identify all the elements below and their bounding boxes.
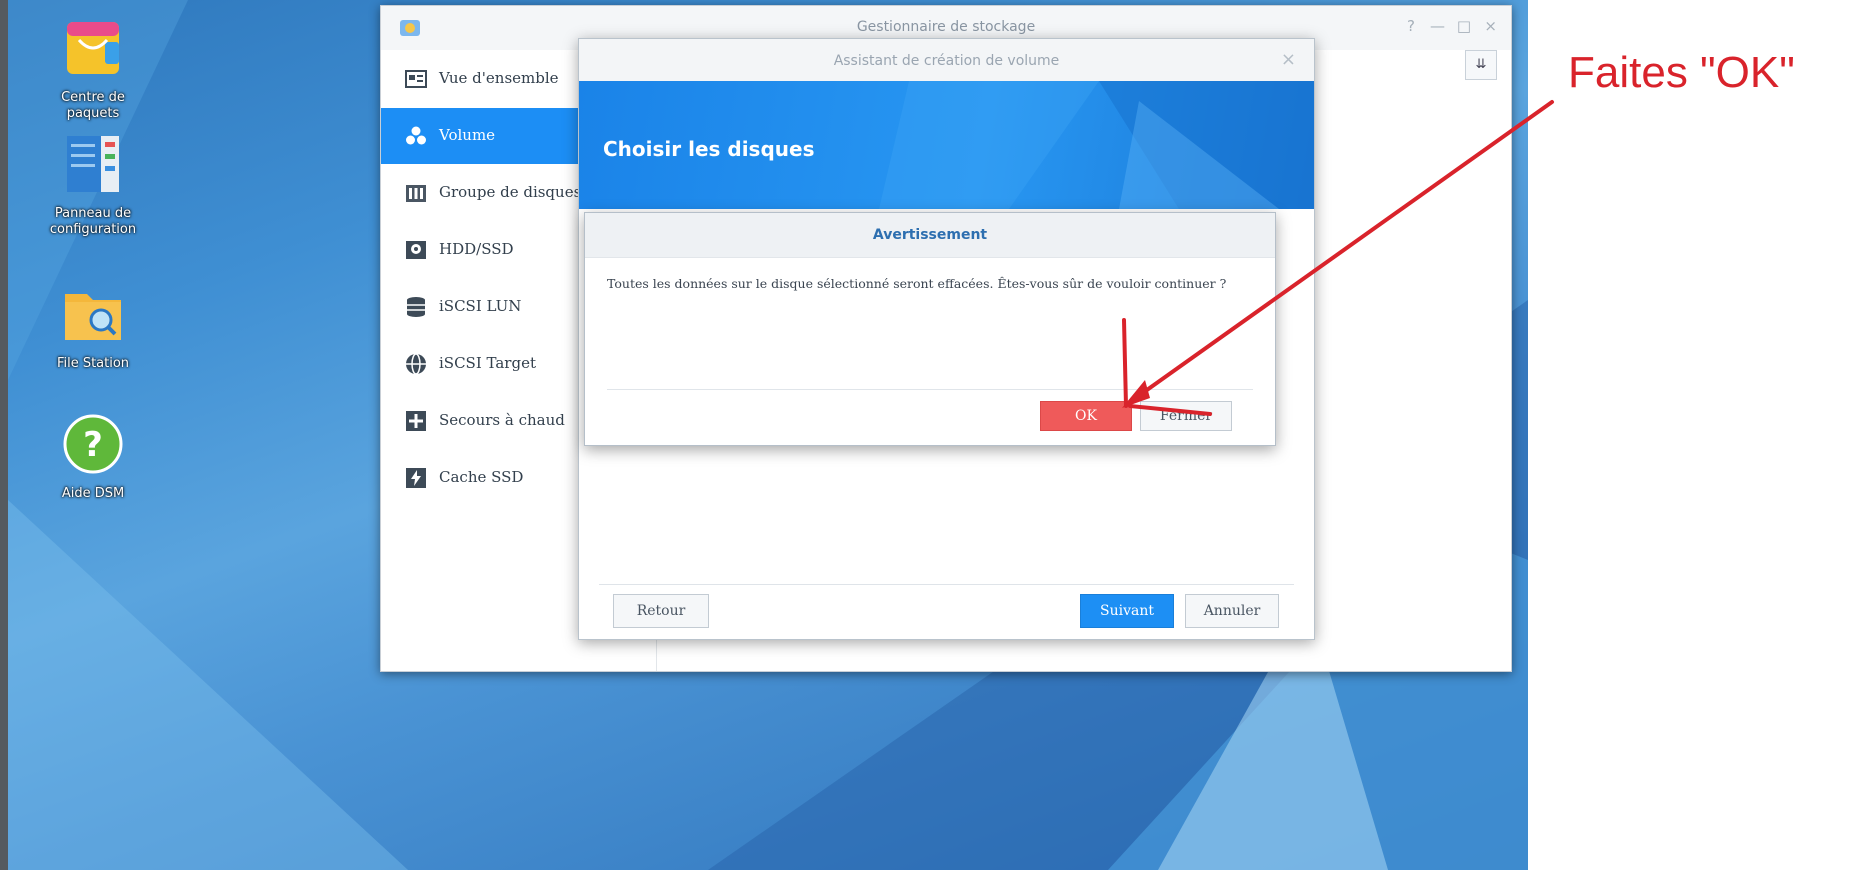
sidebar-item-label: HDD/SSD <box>439 240 514 258</box>
overview-icon <box>405 68 427 90</box>
warning-dialog: Avertissement Toutes les données sur le … <box>584 212 1276 446</box>
annotation-text: Faites "OK" <box>1568 48 1795 97</box>
desktop-icon-help[interactable]: ? Aide DSM <box>38 408 148 502</box>
sidebar-item-label: Volume <box>439 126 496 144</box>
desktop-icon-label: Aide DSM <box>61 486 125 501</box>
minimize-button[interactable]: — <box>1430 17 1445 35</box>
desktop-icon-label: File Station <box>56 356 130 371</box>
sidebar-item-label: iSCSI LUN <box>439 297 522 315</box>
window-title: Gestionnaire de stockage <box>856 19 1036 35</box>
desktop-icon-label: Panneau de configuration <box>49 206 137 237</box>
file-station-icon <box>57 278 129 350</box>
cancel-button[interactable]: Annuler <box>1185 594 1279 628</box>
control-panel-icon <box>57 128 129 200</box>
wizard-heading: Choisir les disques <box>603 137 815 161</box>
help-button[interactable]: ? <box>1407 17 1415 35</box>
hdd-icon <box>405 239 427 261</box>
wizard-banner: Choisir les disques <box>579 81 1314 209</box>
package-center-icon <box>57 12 129 84</box>
iscsi-lun-icon <box>405 296 427 318</box>
ok-button[interactable]: OK <box>1040 401 1132 431</box>
ssd-cache-icon <box>405 467 427 489</box>
sidebar-item-label: Vue d'ensemble <box>439 69 559 87</box>
wizard-footer-divider <box>599 584 1294 585</box>
sidebar-item-label: Secours à chaud <box>439 411 565 429</box>
warning-divider <box>607 389 1253 390</box>
annotation-panel <box>1528 0 1854 870</box>
desktop-icon-control-panel[interactable]: Panneau de configuration <box>38 128 148 238</box>
wizard-title: Assistant de création de volume <box>833 53 1060 69</box>
maximize-button[interactable]: □ <box>1457 17 1471 35</box>
desktop-icon-label: Centre de paquets <box>61 90 125 121</box>
svg-text:?: ? <box>83 425 103 465</box>
next-button[interactable]: Suivant <box>1080 594 1174 628</box>
volume-icon <box>405 125 427 147</box>
hot-spare-icon <box>405 410 427 432</box>
iscsi-target-icon <box>405 353 427 375</box>
close-dialog-button[interactable]: Fermer <box>1140 401 1232 431</box>
sidebar-item-label: iSCSI Target <box>439 354 536 372</box>
wizard-close-button[interactable]: × <box>1281 49 1296 70</box>
warning-message: Toutes les données sur le disque sélecti… <box>607 276 1227 291</box>
warning-title: Avertissement <box>872 227 988 243</box>
sidebar-item-label: Groupe de disques <box>439 183 582 201</box>
disk-group-icon <box>405 182 427 204</box>
sidebar-item-label: Cache SSD <box>439 468 524 486</box>
back-button[interactable]: Retour <box>613 594 709 628</box>
warning-titlebar: Avertissement <box>585 213 1275 258</box>
sort-button[interactable]: ⇊ <box>1465 50 1497 80</box>
help-icon: ? <box>57 408 129 480</box>
desktop-icon-package-center[interactable]: Centre de paquets <box>38 12 148 122</box>
wizard-titlebar[interactable]: Assistant de création de volume × <box>579 39 1314 81</box>
desktop-icon-file-station[interactable]: File Station <box>38 278 148 372</box>
close-button[interactable]: × <box>1484 17 1497 35</box>
